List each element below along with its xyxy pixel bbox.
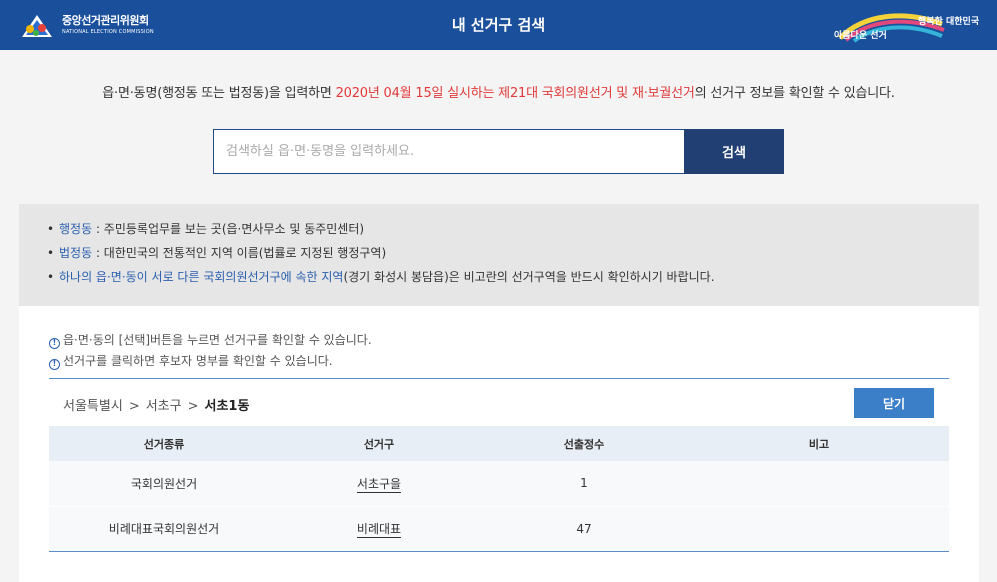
info-icon: ! (49, 338, 60, 349)
notes: ! 읍·면·동의 [선택]버튼을 누르면 선거구를 확인할 수 있습니다. ! 선거… (49, 330, 372, 372)
search-form: 검색 (213, 129, 784, 174)
table-row: 국회의원선거 서초구을 1 (49, 461, 949, 507)
info-item: 법정동 : 대한민국의 전통적인 지역 이름(법률로 지정된 행정구역) (47, 244, 979, 268)
info-text: : 주민등록업무를 보는 곳(읍·면사무소 및 동주민센터) (92, 222, 365, 236)
cell-type: 비례대표국회의원선거 (49, 506, 279, 552)
breadcrumb-separator: > (187, 399, 199, 414)
breadcrumb-separator: > (128, 399, 140, 414)
divider (49, 378, 949, 379)
table-row: 비례대표국회의원선거 비례대표 47 (49, 506, 949, 552)
column-header-note: 비고 (689, 426, 949, 461)
intro-before: 읍·면·동명(행정동 또는 법정동)을 입력하면 (102, 86, 336, 101)
cell-type: 국회의원선거 (49, 461, 279, 507)
info-box: 행정동 : 주민등록업무를 보는 곳(읍·면사무소 및 동주민센터) 법정동 :… (19, 204, 979, 306)
table-header-row: 선거종류 선거구 선출정수 비고 (49, 426, 949, 461)
info-item: 행정동 : 주민등록업무를 보는 곳(읍·면사무소 및 동주민센터) (47, 220, 979, 244)
search-input[interactable] (213, 129, 684, 174)
cell-seats: 1 (479, 461, 689, 507)
district-link[interactable]: 서초구을 (356, 476, 402, 493)
intro-highlight: 2020년 04월 15일 실시하는 제21대 국회의원선거 및 재·보궐선거 (335, 86, 695, 101)
intro-after: 의 선거구 정보를 확인할 수 있습니다. (694, 86, 895, 101)
cell-district: 비례대표 (279, 506, 479, 552)
info-term: 행정동 (59, 222, 93, 236)
note-text: 선거구를 클릭하면 후보자 명부를 확인할 수 있습니다. (63, 354, 333, 368)
intro-text: 읍·면·동명(행정동 또는 법정동)을 입력하면 2020년 04월 15일 실… (0, 82, 997, 101)
info-icon: ! (49, 359, 60, 370)
cell-note (689, 461, 949, 507)
column-header-type: 선거종류 (49, 426, 279, 461)
campaign-slogan-top: 행복한 대한민국 (918, 17, 980, 27)
note-item: ! 읍·면·동의 [선택]버튼을 누르면 선거구를 확인할 수 있습니다. (49, 330, 372, 351)
info-item: 하나의 읍·면·동이 서로 다른 국회의원선거구에 속한 지역(경기 화성시 봉… (47, 268, 979, 292)
info-text: (경기 화성시 봉담읍)은 비고란의 선거구역을 반드시 확인하시기 바랍니다. (343, 270, 715, 284)
breadcrumb-current: 서초1동 (204, 399, 250, 414)
note-item: ! 선거구를 클릭하면 후보자 명부를 확인할 수 있습니다. (49, 351, 372, 372)
cell-district: 서초구을 (279, 461, 479, 507)
result-panel: ! 읍·면·동의 [선택]버튼을 누르면 선거구를 확인할 수 있습니다. ! 선거… (19, 306, 979, 582)
info-text: : 대한민국의 전통적인 지역 이름(법률로 지정된 행정구역) (92, 246, 387, 260)
campaign-slogan-bottom: 아름다운 선거 (834, 31, 887, 41)
note-text: 읍·면·동의 [선택]버튼을 누르면 선거구를 확인할 수 있습니다. (63, 333, 372, 347)
cell-seats: 47 (479, 506, 689, 552)
info-term: 하나의 읍·면·동이 서로 다른 국회의원선거구에 속한 지역 (59, 270, 344, 284)
info-term: 법정동 (59, 246, 93, 260)
district-link[interactable]: 비례대표 (356, 522, 402, 538)
column-header-seats: 선출정수 (479, 426, 689, 461)
column-header-district: 선거구 (279, 426, 479, 461)
top-bar: 중앙선거관리위원회 NATIONAL ELECTION COMMISSION 내… (0, 0, 997, 50)
close-button[interactable]: 닫기 (854, 388, 934, 418)
breadcrumb-level1[interactable]: 서울특별시 (63, 399, 123, 414)
cell-note (689, 506, 949, 552)
breadcrumb: 서울특별시 > 서초구 > 서초1동 (63, 395, 249, 414)
campaign-logo: 행복한 대한민국 아름다운 선거 (834, 10, 979, 44)
district-table: 선거종류 선거구 선출정수 비고 국회의원선거 서초구을 1 비례대표국회의원선… (49, 426, 949, 552)
breadcrumb-level2[interactable]: 서초구 (146, 399, 182, 414)
search-button[interactable]: 검색 (684, 129, 784, 174)
